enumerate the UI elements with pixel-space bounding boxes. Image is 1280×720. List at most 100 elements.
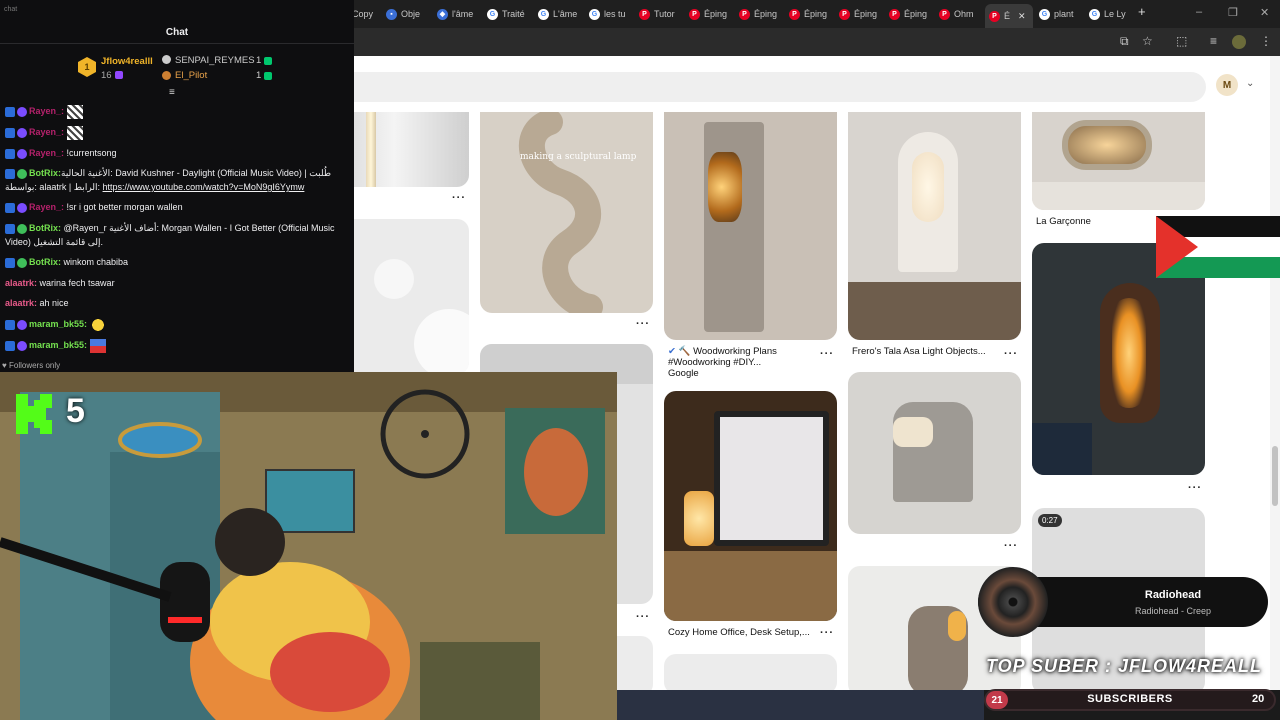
chat-header: chat Chat bbox=[0, 0, 354, 44]
pin-image-sculptural-lamp[interactable]: making a sculptural lamp bbox=[480, 112, 653, 313]
pin-image[interactable] bbox=[664, 654, 837, 690]
scrollbar[interactable] bbox=[1270, 56, 1280, 690]
search-bar[interactable] bbox=[354, 72, 1206, 102]
chat-username[interactable]: BotRix: bbox=[29, 223, 61, 233]
chat-username[interactable]: BotRix: bbox=[29, 168, 61, 178]
install-app-icon[interactable]: ⧉ bbox=[1120, 34, 1129, 49]
second-place-badge bbox=[162, 55, 171, 64]
browser-tab[interactable]: G Traité bbox=[487, 4, 535, 24]
pin-title[interactable]: Frero's Tala Asa Light Objects... bbox=[852, 346, 992, 357]
chat-username[interactable]: BotRix: bbox=[29, 257, 61, 267]
more-options-icon[interactable]: ··· bbox=[1004, 540, 1018, 552]
browser-tab[interactable]: P Éping bbox=[839, 4, 887, 24]
browser-tab[interactable]: ◆ l'âme bbox=[437, 4, 483, 24]
badge-icon bbox=[17, 127, 27, 138]
maximize-button[interactable]: ❐ bbox=[1228, 6, 1238, 19]
browser-tab[interactable]: G Le Ly bbox=[1089, 4, 1131, 24]
video-duration-badge: 0:27 bbox=[1038, 514, 1062, 527]
bookmark-star-icon[interactable]: ☆ bbox=[1142, 34, 1153, 48]
now-playing-subtitle: Radiohead - Creep bbox=[1134, 606, 1212, 616]
pin-image-la-garconne[interactable] bbox=[1032, 112, 1205, 210]
chat-text: warina fech tsawar bbox=[37, 278, 115, 288]
scrollbar-thumb[interactable] bbox=[1272, 446, 1278, 506]
leaderboard-second-count: 1 bbox=[256, 55, 262, 66]
pin-title[interactable]: ✔ 🔨 Woodworking Plans #Woodworking #DIY.… bbox=[668, 346, 808, 368]
more-options-icon[interactable]: ··· bbox=[1004, 348, 1018, 360]
chat-username[interactable]: Rayen_: bbox=[29, 148, 64, 158]
new-tab-button[interactable]: + bbox=[1138, 4, 1146, 19]
browser-tab-active[interactable]: P É ✕ bbox=[985, 4, 1033, 28]
more-options-icon[interactable]: ··· bbox=[452, 192, 466, 204]
profile-avatar[interactable] bbox=[1232, 35, 1246, 49]
close-tab-icon[interactable]: ✕ bbox=[1018, 11, 1026, 22]
site-icon: ◆ bbox=[437, 8, 448, 20]
more-options-icon[interactable]: ··· bbox=[820, 348, 834, 360]
google-icon: G bbox=[487, 8, 498, 20]
google-icon: G bbox=[1089, 8, 1100, 20]
browser-tab[interactable]: ▪ Obje bbox=[386, 4, 434, 24]
browser-tab[interactable]: P Éping bbox=[739, 4, 787, 24]
chat-username[interactable]: alaatrk: bbox=[5, 278, 37, 288]
more-options-icon[interactable]: ··· bbox=[636, 318, 650, 330]
tab-label: Obje bbox=[401, 9, 421, 19]
chat-username[interactable]: maram_bk55: bbox=[29, 319, 87, 329]
chat-message: Rayen_: bbox=[5, 125, 345, 140]
chat-username[interactable]: Rayen_: bbox=[29, 127, 64, 137]
browser-tab[interactable]: Copy bbox=[352, 4, 382, 24]
more-options-icon[interactable]: ··· bbox=[1188, 482, 1202, 494]
pin-image[interactable] bbox=[354, 219, 469, 374]
tab-label: Éping bbox=[754, 9, 778, 19]
chat-link[interactable]: https://www.youtube.com/watch?v=MoN9gI6Y… bbox=[103, 182, 305, 192]
emote-icon bbox=[89, 338, 106, 353]
chat-message: Rayen_: bbox=[5, 104, 345, 119]
pin-image-concrete-curve-lamp[interactable] bbox=[848, 372, 1021, 534]
chevron-down-icon[interactable]: ⌄ bbox=[1246, 78, 1254, 89]
browser-tab[interactable]: Gles tu bbox=[589, 4, 635, 24]
pinterest-icon: P bbox=[889, 8, 900, 20]
avatar[interactable]: M bbox=[1216, 74, 1238, 96]
chat-username[interactable]: Rayen_: bbox=[29, 106, 64, 116]
close-window-button[interactable]: ✕ bbox=[1260, 6, 1269, 19]
subscriber-goal: 20 bbox=[1252, 693, 1265, 705]
leaderboard-first-count: 16 bbox=[101, 70, 112, 81]
pin-title[interactable]: La Garçonne bbox=[1036, 216, 1091, 227]
kick-logo-icon bbox=[16, 394, 54, 439]
minimize-button[interactable]: – bbox=[1196, 6, 1202, 18]
browser-tab[interactable]: P Tutor bbox=[639, 4, 687, 24]
pin-title[interactable]: Cozy Home Office, Desk Setup,... bbox=[668, 627, 818, 638]
chat-username[interactable]: maram_bk55: bbox=[29, 340, 87, 350]
browser-tab[interactable]: G L'âme bbox=[538, 4, 586, 24]
menu-icon[interactable]: ⋮ bbox=[1260, 34, 1272, 48]
leaderboard-third-name[interactable]: El_Pilot bbox=[175, 70, 207, 81]
leaderboard-second-name[interactable]: SENPAI_REYMES bbox=[175, 55, 255, 66]
pin-image-cozy-office[interactable] bbox=[664, 391, 837, 621]
leaderboard-first-name[interactable]: Jflow4realll bbox=[101, 56, 153, 67]
verified-icon bbox=[17, 223, 27, 234]
browser-tab[interactable]: Gplant bbox=[1039, 4, 1087, 24]
browser-tab[interactable]: P Éping bbox=[789, 4, 837, 24]
chat-text: ah nice bbox=[37, 298, 69, 308]
browser-tab[interactable]: P Éping bbox=[689, 4, 737, 24]
pinterest-icon: P bbox=[839, 8, 850, 20]
chat-text: !currentsong bbox=[64, 148, 117, 158]
pin-source[interactable]: Google bbox=[668, 368, 699, 379]
badge-icon bbox=[5, 168, 15, 179]
badge-icon bbox=[5, 319, 15, 330]
pin-image-concrete-lamp[interactable] bbox=[664, 112, 837, 340]
browser-tab[interactable]: P Éping bbox=[889, 4, 937, 24]
expand-leaderboard-icon[interactable]: ≡ bbox=[169, 87, 175, 98]
chat-username[interactable]: alaatrk: bbox=[5, 298, 37, 308]
tab-label: les tu bbox=[604, 9, 626, 19]
pin-image[interactable] bbox=[354, 112, 469, 187]
more-options-icon[interactable]: ··· bbox=[636, 611, 650, 623]
chat-username[interactable]: Rayen_: bbox=[29, 202, 64, 212]
more-options-icon[interactable]: ··· bbox=[820, 627, 834, 639]
pin-image-arch-lamp[interactable] bbox=[848, 112, 1021, 340]
first-place-badge: 1 bbox=[78, 57, 96, 77]
pinterest-icon: P bbox=[939, 8, 950, 20]
reading-list-icon[interactable]: ≡ bbox=[1210, 34, 1217, 48]
extensions-icon[interactable]: ⬚ bbox=[1176, 34, 1187, 48]
pinterest-icon: P bbox=[789, 8, 800, 20]
tab-label: Éping bbox=[904, 9, 928, 19]
browser-tab[interactable]: P Ohm bbox=[939, 4, 983, 24]
